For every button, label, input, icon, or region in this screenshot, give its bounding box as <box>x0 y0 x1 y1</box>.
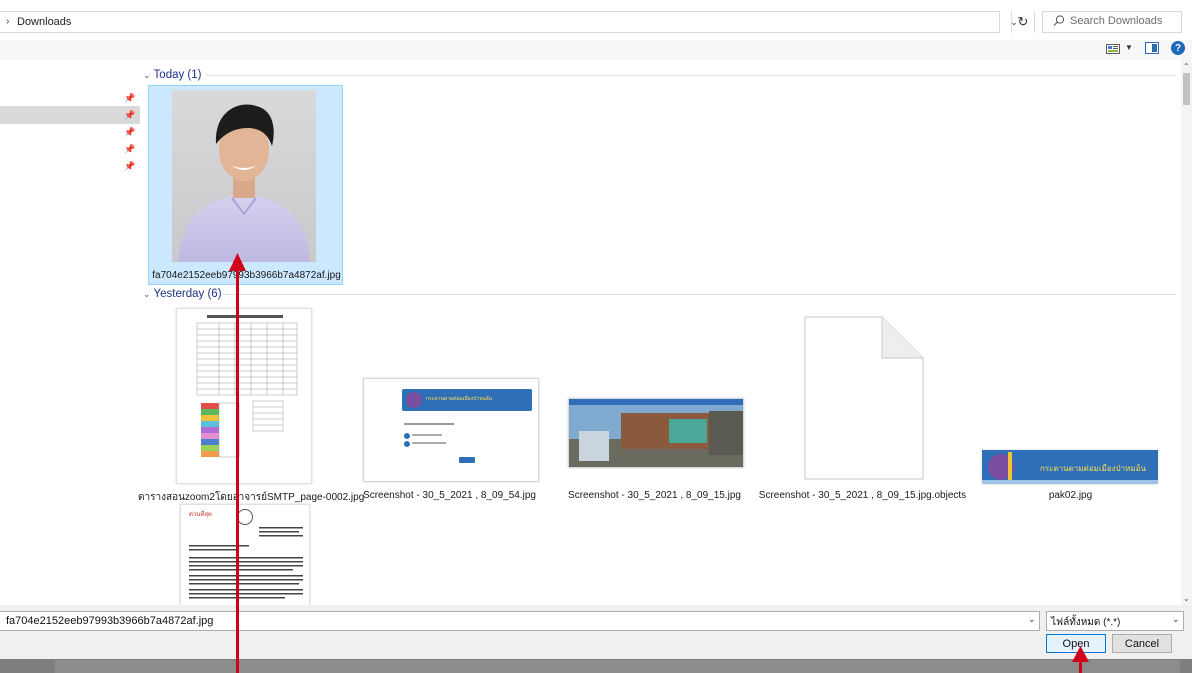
screenshot-thumbnail: กระดานตามต่อมเมืองป่าหมอ้น <box>363 378 539 482</box>
breadcrumb-downloads[interactable]: Downloads <box>17 16 71 28</box>
file-tile-pak02[interactable]: กระดานตามต่อมเมืองป่าหมอ้น pak02.jpg <box>973 304 1168 504</box>
file-tile-document[interactable]: ด่วนที่สุด <box>148 502 343 605</box>
address-bar[interactable]: › Downloads <box>0 11 1000 33</box>
change-view-icon[interactable] <box>1106 43 1120 55</box>
preview-pane-icon[interactable] <box>1145 42 1159 54</box>
scroll-down-icon[interactable]: ⌄ <box>1183 594 1190 603</box>
scrollbar-thumb[interactable] <box>1183 73 1190 105</box>
photo-preview <box>569 405 743 467</box>
file-name-dropdown-icon[interactable]: ⌄ <box>1028 614 1036 625</box>
file-tile-screenshot-0915[interactable]: Screenshot - 30_5_2021 , 8_09_15.jpg <box>557 304 752 504</box>
banner: กระดานตามต่อมเมืองป่าหมอ้น <box>402 389 532 411</box>
screenshot-thumbnail <box>568 398 744 468</box>
annotation-arrow-head-icon <box>229 253 246 271</box>
banner-text: กระดานตามต่อมเมืองป่าหมอ้น <box>426 396 493 402</box>
file-tile-objects[interactable]: Screenshot - 30_5_2021 , 8_09_15.jpg.obj… <box>759 304 966 504</box>
annotation-arrow-head-icon <box>1072 646 1089 662</box>
annotation-arrow-shaft <box>236 268 239 673</box>
seal-icon <box>237 509 253 525</box>
search-placeholder: Search Downloads <box>1070 15 1163 27</box>
banner-text: กระดานตามต่อมเมืองป่าหมอ้น <box>1040 464 1146 473</box>
vertical-scrollbar[interactable] <box>1181 60 1192 605</box>
doc-heading: ด่วนที่สุด <box>189 512 212 518</box>
file-name: Screenshot - 30_5_2021 , 8_09_54.jpg <box>363 490 536 501</box>
generic-file-icon <box>804 316 924 480</box>
file-tile-screenshot-0954[interactable]: กระดานตามต่อมเมืองป่าหมอ้น Screenshot - … <box>352 304 547 504</box>
group-divider <box>222 294 1176 295</box>
logo-circle <box>406 392 422 408</box>
photo-thumbnail <box>172 90 316 262</box>
search-icon <box>1053 15 1065 26</box>
breadcrumb-chevron-icon: › <box>6 16 10 27</box>
command-bar <box>0 40 1192 60</box>
pin-icon[interactable]: 📌 <box>124 127 135 138</box>
nav-item-selected[interactable] <box>0 106 140 124</box>
group-header-yesterday[interactable]: ⌄ Yesterday (6) <box>143 286 222 302</box>
collapse-chevron-icon: ⌄ <box>143 69 151 80</box>
pin-icon[interactable]: 📌 <box>124 144 135 155</box>
table-preview <box>196 315 298 458</box>
document-thumbnail: ด่วนที่สุด <box>180 504 310 605</box>
pin-icon[interactable]: 📌 <box>124 110 135 121</box>
group-divider <box>206 75 1176 76</box>
file-name: pak02.jpg <box>1048 490 1093 501</box>
pin-icon[interactable]: 📌 <box>124 93 135 104</box>
scroll-up-icon[interactable]: ⌃ <box>1183 62 1190 71</box>
file-name: Screenshot - 30_5_2021 , 8_09_15.jpg.obj… <box>758 490 967 501</box>
refresh-icon[interactable]: ↻ <box>1011 11 1035 33</box>
file-type-dropdown-icon[interactable]: ⌄ <box>1172 614 1180 625</box>
view-options-caret-icon[interactable]: ▼ <box>1125 43 1133 52</box>
help-icon[interactable]: ? <box>1171 41 1185 55</box>
file-name-value: fa704e2152eeb97993b3966b7a4872af.jpg <box>6 615 214 627</box>
file-name: fa704e2152eeb97993b3966b7a4872af.jpg <box>152 270 341 281</box>
pin-icon[interactable]: 📌 <box>124 161 135 172</box>
group-header-today[interactable]: ⌄ Today (1) <box>143 67 201 83</box>
navigation-pane <box>0 60 140 605</box>
text-lines <box>189 527 303 599</box>
taskbar-segment <box>55 660 1180 673</box>
cancel-button[interactable]: Cancel <box>1112 634 1172 653</box>
file-type-filter-value: ไฟล์ทั้งหมด (*.*) <box>1051 617 1121 628</box>
file-tile-timetable[interactable]: ตารางสอนzoom2โดยอาจารย์SMTP_page-0002.jp… <box>138 304 364 504</box>
banner-thumbnail: กระดานตามต่อมเมืองป่าหมอ้น <box>982 450 1158 484</box>
document-thumbnail <box>176 308 312 484</box>
collapse-chevron-icon: ⌄ <box>143 288 151 299</box>
file-name: Screenshot - 30_5_2021 , 8_09_15.jpg <box>568 490 741 501</box>
